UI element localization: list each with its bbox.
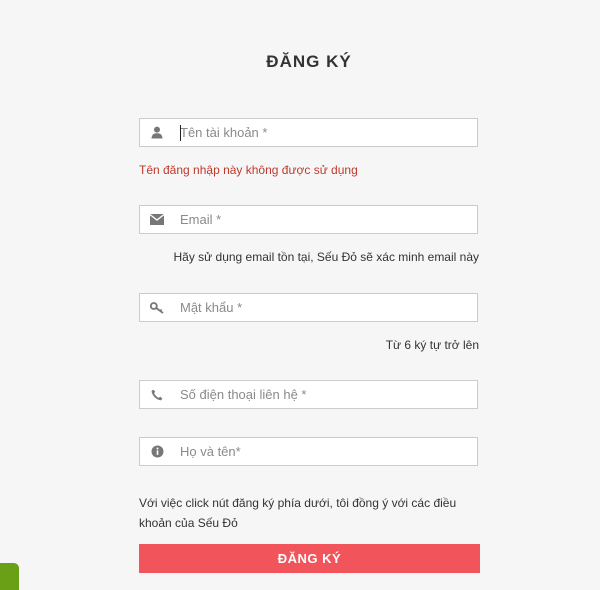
key-icon — [150, 301, 164, 315]
email-hint: Hãy sử dụng email tồn tại, Sếu Đỏ sẽ xác… — [173, 250, 479, 264]
username-input[interactable] — [180, 119, 470, 146]
phone-input[interactable] — [180, 381, 470, 408]
text-cursor — [180, 125, 181, 141]
fullname-input[interactable] — [180, 438, 470, 465]
terms-text: Với việc click nút đăng ký phía dưới, tô… — [139, 496, 457, 530]
password-hint: Từ 6 ký tự trở lên — [385, 338, 479, 352]
corner-tab[interactable] — [0, 563, 19, 590]
phone-field[interactable] — [139, 380, 478, 409]
phone-icon — [150, 388, 164, 402]
register-button[interactable]: ĐĂNG KÝ — [139, 544, 480, 573]
username-error: Tên đăng nhập này không được sử dụng — [139, 163, 358, 177]
password-field[interactable] — [139, 293, 478, 322]
email-input[interactable] — [180, 206, 470, 233]
email-field[interactable] — [139, 205, 478, 234]
envelope-icon — [150, 213, 164, 227]
password-input[interactable] — [180, 294, 470, 321]
info-icon — [150, 445, 164, 459]
user-icon — [150, 126, 164, 140]
username-field[interactable] — [139, 118, 478, 147]
page-title: ĐĂNG KÝ — [266, 52, 352, 71]
fullname-field[interactable] — [139, 437, 478, 466]
